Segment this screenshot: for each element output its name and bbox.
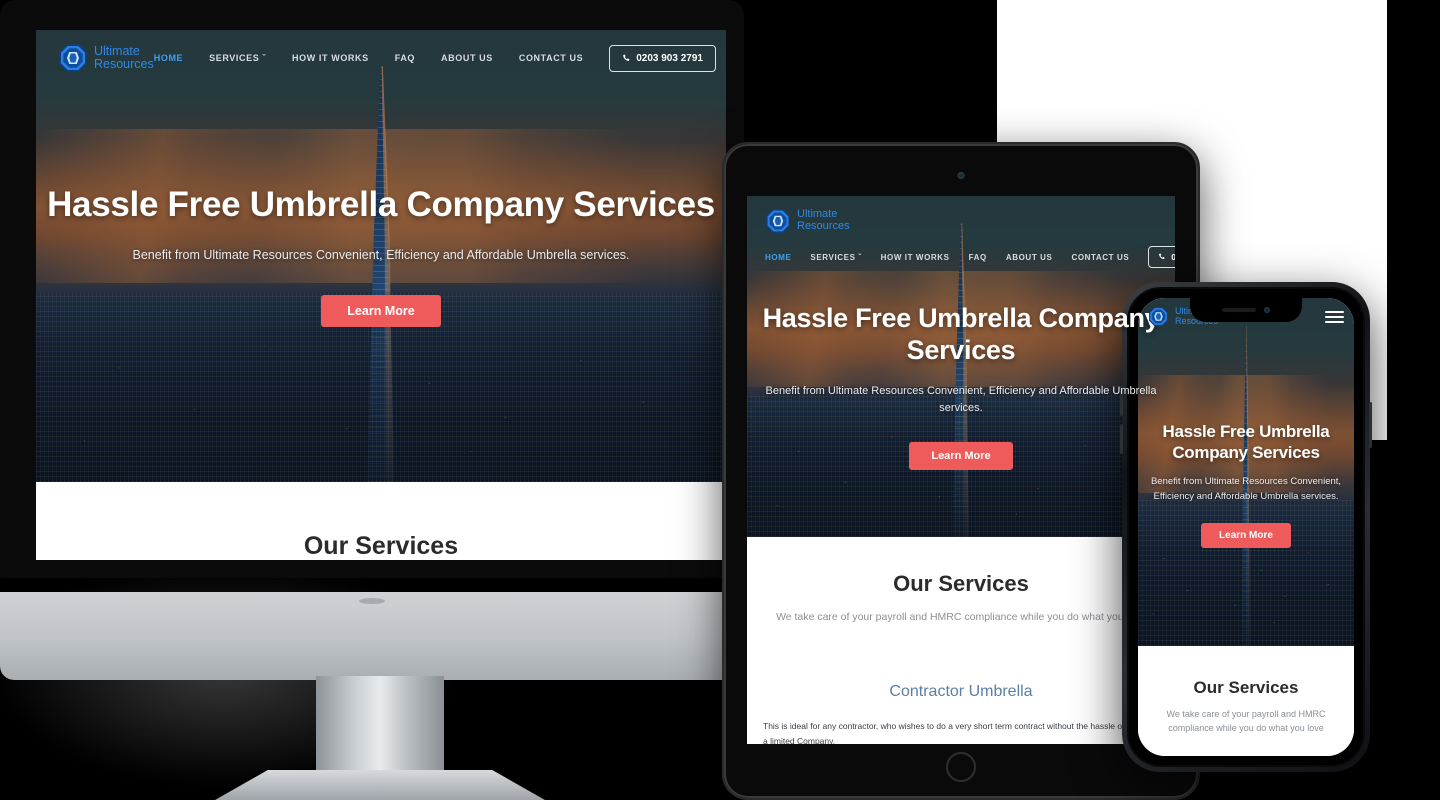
services-section-desktop: Our Services (36, 482, 726, 560)
nav-item-how-it-works[interactable]: HOW IT WORKS (292, 53, 369, 63)
imac-desktop-mockup: Ultimate Resources HOME SERVICES ˇ HOW I… (0, 0, 760, 800)
chevron-down-icon: ˇ (858, 252, 862, 262)
site-logo[interactable]: Ultimate Resources (58, 43, 154, 73)
nav-item-faq[interactable]: FAQ (969, 253, 987, 262)
learn-more-button[interactable]: Learn More (1201, 522, 1291, 548)
nav-item-services[interactable]: SERVICES ˇ (810, 253, 861, 262)
notch (1190, 298, 1302, 322)
nav-menu-tablet: HOME SERVICES ˇ HOW IT WORKS FAQ ABOUT U… (765, 246, 1175, 268)
phone-cta-button[interactable]: 0203 903 2791 (1148, 246, 1175, 268)
learn-more-button[interactable]: Learn More (909, 441, 1013, 470)
earpiece-speaker-icon (1222, 308, 1256, 312)
logo-text: Ultimate Resources (94, 44, 154, 71)
website-tablet-view: Ultimate Resources HOME SERVICES ˇ HOW I… (747, 196, 1175, 744)
imac-chin (0, 592, 744, 680)
hero-content-tablet: Hassle Free Umbrella Company Services Be… (747, 303, 1175, 470)
logo-text-tablet: Ultimate Resources (797, 209, 850, 232)
octagon-gem-icon (766, 209, 790, 233)
phone-number-label: 0203 903 2791 (636, 52, 703, 64)
services-subtitle: We take care of your payroll and HMRC co… (1166, 709, 1326, 733)
services-section-tablet: Our Services We take care of your payrol… (747, 537, 1175, 744)
nav-item-services-label: SERVICES (209, 53, 260, 63)
power-button[interactable] (1369, 402, 1372, 448)
service-item-body: This is ideal for any contractor, who wi… (763, 721, 1154, 744)
hamburger-menu-icon[interactable] (1325, 308, 1344, 326)
services-section-mobile: Our Services We take care of your payrol… (1138, 646, 1354, 736)
hamburger-bar (1325, 320, 1344, 323)
hero-section-desktop: Ultimate Resources HOME SERVICES ˇ HOW I… (36, 30, 726, 482)
services-title: Our Services (893, 571, 1029, 596)
imac-stand-foot (215, 770, 545, 800)
phone-cta-button[interactable]: 0203 903 2791 (609, 44, 716, 72)
imac-bezel: Ultimate Resources HOME SERVICES ˇ HOW I… (0, 0, 744, 578)
logo-line-2: Resources (797, 220, 850, 232)
hero-content-mobile: Hassle Free Umbrella Company Services Be… (1138, 422, 1354, 548)
imac-screen: Ultimate Resources HOME SERVICES ˇ HOW I… (36, 30, 726, 560)
navbar-tablet: Ultimate Resources HOME SERVICES ˇ HOW I… (747, 196, 1175, 268)
nav-item-how-it-works[interactable]: HOW IT WORKS (881, 253, 950, 262)
navbar-desktop: Ultimate Resources HOME SERVICES ˇ HOW I… (36, 30, 726, 86)
service-item-name[interactable]: Contractor Umbrella (747, 683, 1175, 701)
services-title: Our Services (1193, 678, 1299, 697)
hero-title: Hassle Free Umbrella Company Services (1162, 422, 1330, 462)
hero-section-tablet: Ultimate Resources HOME SERVICES ˇ HOW I… (747, 196, 1175, 537)
hero-content-desktop: Hassle Free Umbrella Company Services Be… (36, 185, 726, 328)
hero-title: Hassle Free Umbrella Company Services (47, 184, 715, 224)
nav-item-about-us[interactable]: ABOUT US (441, 53, 493, 63)
hero-subtitle: Benefit from Ultimate Resources Convenie… (765, 384, 1157, 415)
front-camera-icon (1264, 307, 1270, 313)
hero-title: Hassle Free Umbrella Company Services (762, 303, 1160, 365)
services-title: Our Services (303, 532, 459, 560)
nav-item-services-label: SERVICES (810, 252, 856, 262)
hero-subtitle: Benefit from Ultimate Resources Convenie… (1150, 476, 1342, 502)
home-button[interactable] (946, 752, 976, 782)
site-logo-tablet[interactable]: Ultimate Resources (765, 208, 1157, 234)
phone-handset-icon (1159, 253, 1165, 260)
nav-item-home[interactable]: HOME (765, 253, 791, 262)
hero-subtitle: Benefit from Ultimate Resources Convenie… (132, 247, 630, 262)
ipad-screen: Ultimate Resources HOME SERVICES ˇ HOW I… (747, 196, 1175, 744)
hamburger-bar (1325, 310, 1344, 313)
chevron-down-icon: ˇ (262, 53, 267, 63)
nav-item-contact-us[interactable]: CONTACT US (519, 53, 583, 63)
octagon-gem-icon (1149, 307, 1168, 326)
learn-more-button[interactable]: Learn More (321, 295, 441, 328)
nav-item-faq[interactable]: FAQ (395, 53, 415, 63)
phone-number-label: 0203 903 2791 (1171, 252, 1175, 262)
nav-item-about-us[interactable]: ABOUT US (1006, 253, 1053, 262)
imac-stand-neck (316, 676, 444, 780)
octagon-gem-icon (59, 44, 87, 72)
website-desktop-view: Ultimate Resources HOME SERVICES ˇ HOW I… (36, 30, 726, 560)
nav-item-contact-us[interactable]: CONTACT US (1071, 253, 1129, 262)
services-subtitle: We take care of your payroll and HMRC co… (776, 611, 1146, 623)
mockup-stage: Ultimate Resources HOME SERVICES ˇ HOW I… (0, 0, 1440, 800)
front-camera-icon (957, 172, 965, 179)
nav-item-services[interactable]: SERVICES ˇ (209, 53, 266, 63)
phone-handset-icon (623, 54, 630, 61)
nav-item-home[interactable]: HOME (154, 53, 183, 63)
logo-line-2: Resources (94, 57, 154, 71)
hamburger-bar (1325, 315, 1344, 318)
nav-menu-desktop: HOME SERVICES ˇ HOW IT WORKS FAQ ABOUT U… (154, 44, 716, 72)
